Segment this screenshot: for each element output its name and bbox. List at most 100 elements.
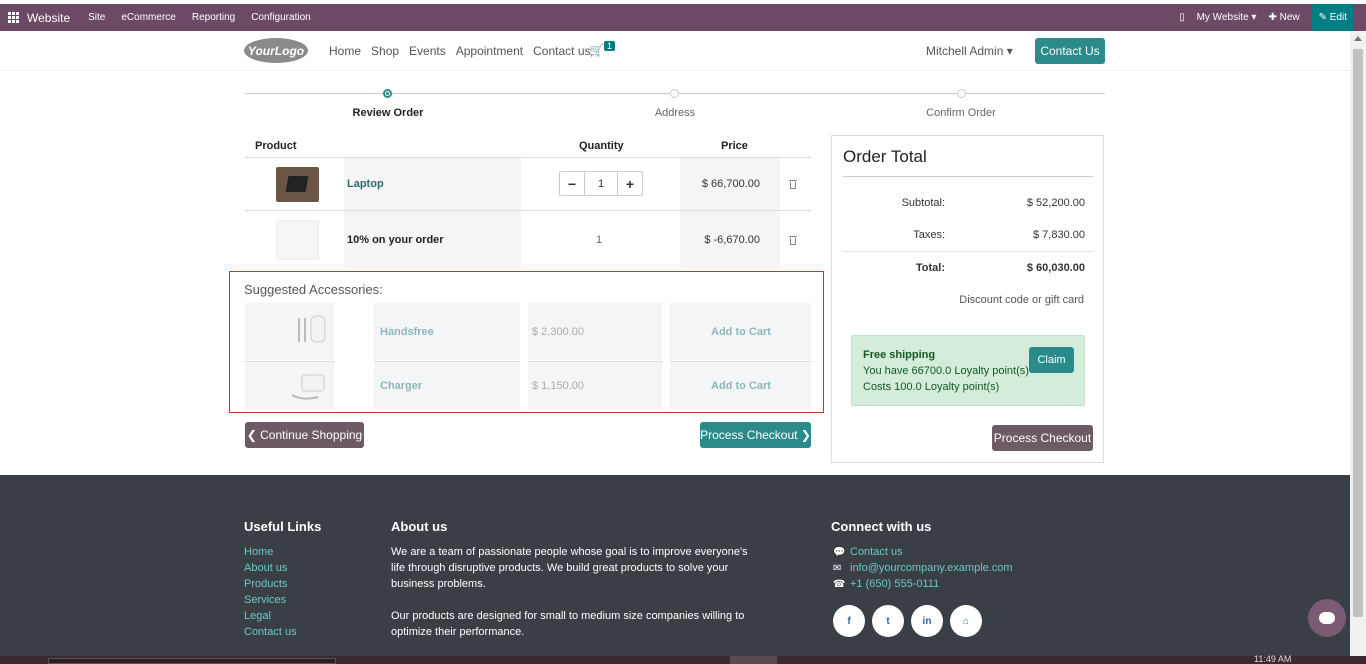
taxes-label: Taxes:	[913, 229, 945, 241]
order-total-divider	[843, 251, 1093, 252]
add-to-cart-button[interactable]: Add to Cart	[711, 380, 771, 392]
scrollbar-thumb[interactable]	[1353, 49, 1363, 617]
app-name: Website	[27, 10, 71, 25]
trash-icon[interactable]	[789, 236, 797, 245]
new-button[interactable]: ✚ New	[1268, 12, 1299, 23]
apps-grid-icon[interactable]	[8, 12, 19, 23]
trash-icon[interactable]	[789, 180, 797, 189]
footer-link-home[interactable]: Home	[244, 546, 273, 558]
mobile-preview-icon[interactable]: ▯	[1179, 12, 1185, 23]
subtotal-label: Subtotal:	[901, 197, 945, 209]
charger-image[interactable]	[288, 369, 332, 403]
contact-us-button[interactable]: Contact Us	[1035, 38, 1105, 64]
home-icon[interactable]: ⌂	[950, 605, 982, 637]
nav-appointment[interactable]: Appointment	[456, 44, 523, 58]
footer-link-contact[interactable]: Contact us	[244, 626, 297, 638]
footer-email-link[interactable]: info@yourcompany.example.com	[850, 562, 1013, 574]
facebook-icon[interactable]: f	[833, 605, 865, 637]
taskbar-clock: 11:49 AM	[1254, 654, 1292, 664]
reward-title: Free shipping	[863, 349, 936, 361]
menu-reporting[interactable]: Reporting	[192, 12, 235, 23]
accessory-gap	[334, 303, 374, 410]
coupon-product-image	[276, 220, 319, 260]
site-logo[interactable]: YourLogo	[244, 38, 308, 63]
discount-code-link[interactable]: Discount code or gift card	[940, 294, 1084, 306]
footer-contact-link[interactable]: Contact us	[850, 546, 903, 558]
about-us-text-2: Our products are designed for small to m…	[391, 610, 745, 622]
site-header: YourLogo Home Shop Events Appointment Co…	[0, 31, 1350, 71]
claim-button[interactable]: Claim	[1029, 347, 1074, 373]
nav-events[interactable]: Events	[409, 44, 446, 58]
accessory-price: $ 2,300.00	[532, 326, 584, 338]
taskbar-app[interactable]	[730, 656, 777, 664]
header-price: Price	[721, 140, 748, 152]
cart-count-badge: 1	[603, 41, 615, 51]
menu-configuration[interactable]: Configuration	[251, 12, 310, 23]
continue-shopping-button[interactable]: ❮ Continue Shopping	[245, 422, 364, 448]
page: Website Site eCommerce Reporting Configu…	[0, 0, 1366, 664]
accessory-gap	[520, 303, 528, 410]
total-label: Total:	[915, 262, 945, 274]
twitter-icon[interactable]: t	[872, 605, 904, 637]
line-product-name[interactable]: Laptop	[347, 178, 384, 190]
add-to-cart-button[interactable]: Add to Cart	[711, 326, 771, 338]
accessory-gap	[662, 303, 670, 410]
app-brand[interactable]: Website	[0, 11, 70, 25]
menu-ecommerce[interactable]: eCommerce	[121, 12, 175, 23]
line-product-name: 10% on your order	[347, 234, 444, 246]
footer-link-about[interactable]: About us	[244, 562, 287, 574]
footer-link-services[interactable]: Services	[244, 594, 286, 606]
accessories-title: Suggested Accessories:	[244, 282, 383, 297]
quantity-increase-button[interactable]: +	[617, 172, 642, 195]
about-us-text-2: optimize their performance.	[391, 626, 525, 638]
process-checkout-button[interactable]: Process Checkout ❯	[700, 422, 811, 448]
line-price: $ 66,700.00	[701, 178, 760, 190]
admin-bar: Website Site eCommerce Reporting Configu…	[0, 4, 1366, 31]
order-total-divider	[843, 176, 1093, 177]
envelope-icon: ✉	[833, 563, 842, 574]
step-confirm-order: Confirm Order	[926, 107, 996, 119]
header-product: Product	[255, 140, 297, 152]
footer-phone-link[interactable]: +1 (650) 555-0111	[850, 578, 939, 590]
scroll-up-arrow-icon[interactable]	[1354, 36, 1362, 41]
quantity-stepper[interactable]: − 1 +	[559, 171, 643, 196]
taskbar-search[interactable]	[48, 658, 336, 664]
taxes-value: $ 7,830.00	[1033, 229, 1085, 241]
nav-home[interactable]: Home	[329, 44, 361, 58]
linkedin-icon[interactable]: in	[911, 605, 943, 637]
connect-title: Connect with us	[831, 519, 932, 534]
cart-icon: 🛒	[589, 43, 604, 57]
nav-contact-us[interactable]: Contact us	[533, 44, 590, 58]
total-value: $ 60,030.00	[1026, 262, 1085, 274]
chat-icon	[1319, 612, 1335, 624]
line-price: $ -6,670.00	[704, 234, 760, 246]
quantity-input[interactable]: 1	[585, 172, 617, 195]
user-menu[interactable]: Mitchell Admin ▾	[926, 44, 1013, 58]
accessory-name[interactable]: Charger	[380, 380, 422, 392]
about-us-text: business problems.	[391, 578, 486, 590]
footer-link-products[interactable]: Products	[244, 578, 287, 590]
useful-links-title: Useful Links	[244, 519, 322, 534]
process-checkout-button-side[interactable]: Process Checkout	[992, 425, 1093, 451]
step-dot-review	[383, 89, 392, 98]
cart-link[interactable]: 🛒 1	[589, 41, 615, 57]
handsfree-image[interactable]	[293, 312, 333, 348]
step-review-order: Review Order	[352, 107, 424, 119]
accessory-price: $ 1,150.00	[532, 380, 584, 392]
loyalty-reward-box: Free shipping You have 66700.0 Loyalty p…	[851, 335, 1085, 406]
step-dot-confirm	[957, 89, 966, 98]
edit-button[interactable]: ✎ Edit	[1311, 4, 1354, 31]
scrollbar[interactable]	[1350, 31, 1366, 664]
about-us-title: About us	[391, 519, 448, 534]
live-chat-button[interactable]	[1308, 599, 1346, 637]
accessory-name[interactable]: Handsfree	[380, 326, 434, 338]
quantity-decrease-button[interactable]: −	[560, 172, 585, 195]
laptop-product-image[interactable]	[276, 167, 319, 202]
my-website-dropdown[interactable]: My Website ▾	[1197, 12, 1257, 23]
step-address: Address	[654, 107, 696, 119]
nav-shop[interactable]: Shop	[371, 44, 399, 58]
loyalty-points-text: You have 66700.0 Loyalty point(s)	[863, 365, 1029, 377]
menu-site[interactable]: Site	[88, 12, 105, 23]
about-us-text: We are a team of passionate people whose…	[391, 546, 748, 558]
footer-link-legal[interactable]: Legal	[244, 610, 271, 622]
